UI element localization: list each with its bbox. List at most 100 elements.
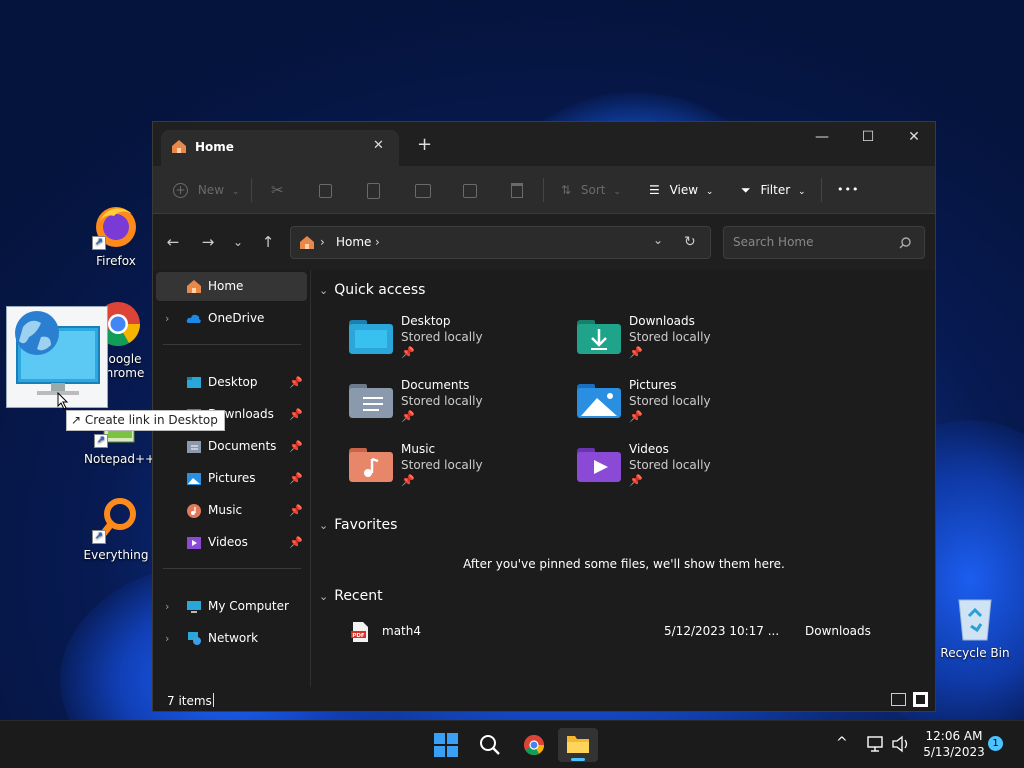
sidebar-item-documents[interactable]: Documents 📌 xyxy=(156,432,307,461)
sidebar-item-music[interactable]: Music 📌 xyxy=(156,496,307,525)
quick-access-item-videos[interactable]: Videos Stored locally 📌 xyxy=(577,442,797,498)
up-button[interactable]: ↑ xyxy=(256,232,280,252)
recent-file-location: Downloads xyxy=(805,624,871,638)
search-box[interactable]: Search Home xyxy=(723,226,925,259)
tiles-view-button[interactable] xyxy=(913,692,928,707)
sidebar-item-label: Music xyxy=(208,503,243,517)
network-status-icon[interactable] xyxy=(867,736,885,752)
tab-close-button[interactable]: ✕ xyxy=(373,138,384,153)
section-title: Quick access xyxy=(334,282,426,298)
address-bar[interactable]: › Home › ⌄ ↻ xyxy=(290,226,711,259)
volume-icon[interactable] xyxy=(891,735,911,753)
sidebar-item-videos[interactable]: Videos 📌 xyxy=(156,528,307,557)
copy-button[interactable] xyxy=(319,178,332,202)
sidebar-item-label: Documents xyxy=(208,439,277,453)
paste-button[interactable] xyxy=(367,178,380,202)
breadcrumb-separator[interactable]: › xyxy=(375,235,380,249)
videos-folder-icon xyxy=(577,448,621,482)
cut-button[interactable]: ✂ xyxy=(271,178,284,202)
item-status: Stored locally xyxy=(401,394,483,408)
sidebar-item-home[interactable]: Home xyxy=(156,272,307,301)
pin-icon: 📌 xyxy=(401,346,415,359)
desktop-icon-firefox[interactable]: ↗ Firefox xyxy=(82,202,150,268)
title-bar[interactable]: Home ✕ + — ☐ ✕ xyxy=(153,122,935,166)
mouse-cursor-icon xyxy=(57,392,69,410)
folder-icon xyxy=(567,736,589,753)
minimize-button[interactable]: — xyxy=(799,122,845,152)
show-hidden-icons-button[interactable]: ^ xyxy=(836,735,848,751)
clock[interactable]: 12:06 AM 5/13/2023 xyxy=(921,728,987,760)
tab-home[interactable]: Home ✕ xyxy=(161,130,399,166)
recent-locations-button[interactable]: ⌄ xyxy=(226,232,250,252)
close-window-button[interactable]: ✕ xyxy=(891,122,935,152)
tab-title: Home xyxy=(195,140,234,154)
desktop-icon-label: Firefox xyxy=(96,254,136,268)
more-options-button[interactable]: ••• xyxy=(837,178,859,202)
forward-button[interactable]: → xyxy=(196,232,220,252)
chevron-right-icon[interactable]: › xyxy=(165,304,169,333)
new-tab-button[interactable]: + xyxy=(417,134,432,155)
cloud-icon xyxy=(186,314,201,323)
delete-button[interactable] xyxy=(511,178,523,202)
chevron-down-icon: ⌄ xyxy=(232,235,244,249)
chevron-down-icon: ⌄ xyxy=(319,519,329,532)
file-explorer-taskbar-button[interactable] xyxy=(558,728,598,762)
chevron-down-icon: ⌄ xyxy=(613,187,621,197)
breadcrumb-home[interactable]: Home xyxy=(336,235,371,249)
shortcut-arrow-icon: ↗ xyxy=(94,434,108,448)
new-button[interactable]: + New ⌄ xyxy=(173,178,239,202)
quick-access-item-desktop[interactable]: Desktop Stored locally 📌 xyxy=(349,314,569,370)
desktop-icon-everything[interactable]: ↗ Everything xyxy=(82,496,150,562)
sort-button[interactable]: ⇅ Sort ⌄ xyxy=(561,178,621,202)
documents-folder-icon xyxy=(349,384,393,418)
sidebar-item-network[interactable]: › Network xyxy=(156,624,307,653)
chevron-right-icon[interactable]: › xyxy=(165,624,169,653)
rename-button[interactable] xyxy=(415,178,431,202)
desktop-icon-recycle-bin[interactable]: Recycle Bin xyxy=(940,596,1010,660)
item-status: Stored locally xyxy=(401,330,483,344)
section-recent[interactable]: ⌄ Recent xyxy=(319,588,383,604)
back-button[interactable]: ← xyxy=(161,232,185,252)
sidebar-item-label: Desktop xyxy=(208,375,258,389)
filter-button[interactable]: ⏷ Filter ⌄ xyxy=(741,178,806,202)
address-dropdown-button[interactable]: ⌄ xyxy=(653,233,663,247)
scissors-icon: ✂ xyxy=(271,181,284,199)
quick-access-item-downloads[interactable]: Downloads Stored locally 📌 xyxy=(577,314,797,370)
chrome-icon xyxy=(523,734,545,756)
quick-access-item-pictures[interactable]: Pictures Stored locally 📌 xyxy=(577,378,797,434)
music-folder-icon xyxy=(349,448,393,482)
chevron-right-icon[interactable]: › xyxy=(165,592,169,621)
recent-file-row[interactable]: PDF math4 5/12/2023 10:17 ... Downloads xyxy=(347,620,907,644)
music-icon xyxy=(187,504,201,518)
start-button[interactable] xyxy=(426,728,466,762)
clipboard-icon xyxy=(367,182,380,199)
pin-icon: 📌 xyxy=(401,410,415,423)
quick-access-item-documents[interactable]: Documents Stored locally 📌 xyxy=(349,378,569,434)
search-taskbar-button[interactable] xyxy=(470,728,510,762)
sidebar-item-pictures[interactable]: Pictures 📌 xyxy=(156,464,307,493)
search-icon xyxy=(480,735,500,755)
sidebar-item-my-computer[interactable]: › My Computer xyxy=(156,592,307,621)
active-app-indicator xyxy=(571,758,585,761)
maximize-button[interactable]: ☐ xyxy=(845,122,891,152)
chevron-down-icon: ⌄ xyxy=(653,233,664,247)
sidebar-item-desktop[interactable]: Desktop 📌 xyxy=(156,368,307,397)
recent-file-date: 5/12/2023 10:17 ... xyxy=(664,624,780,638)
details-view-button[interactable] xyxy=(891,693,906,706)
section-favorites[interactable]: ⌄ Favorites xyxy=(319,517,397,533)
section-quick-access[interactable]: ⌄ Quick access xyxy=(319,282,425,298)
item-name: Pictures xyxy=(629,378,677,392)
item-name: Music xyxy=(401,442,436,456)
share-button[interactable] xyxy=(463,178,477,202)
view-button[interactable]: ☰ View ⌄ xyxy=(649,178,713,202)
quick-access-item-music[interactable]: Music Stored locally 📌 xyxy=(349,442,569,498)
notification-badge[interactable]: 1 xyxy=(988,736,1003,751)
address-row: ← → ⌄ ↑ › Home › ⌄ ↻ Search Home xyxy=(153,214,935,270)
everything-search-icon: ↗ xyxy=(92,496,140,544)
chrome-taskbar-button[interactable] xyxy=(514,728,554,762)
sidebar-item-onedrive[interactable]: › OneDrive xyxy=(156,304,307,333)
search-icon xyxy=(899,237,911,249)
section-title: Recent xyxy=(334,588,383,604)
pictures-folder-icon xyxy=(577,384,621,418)
refresh-button[interactable]: ↻ xyxy=(684,234,696,250)
